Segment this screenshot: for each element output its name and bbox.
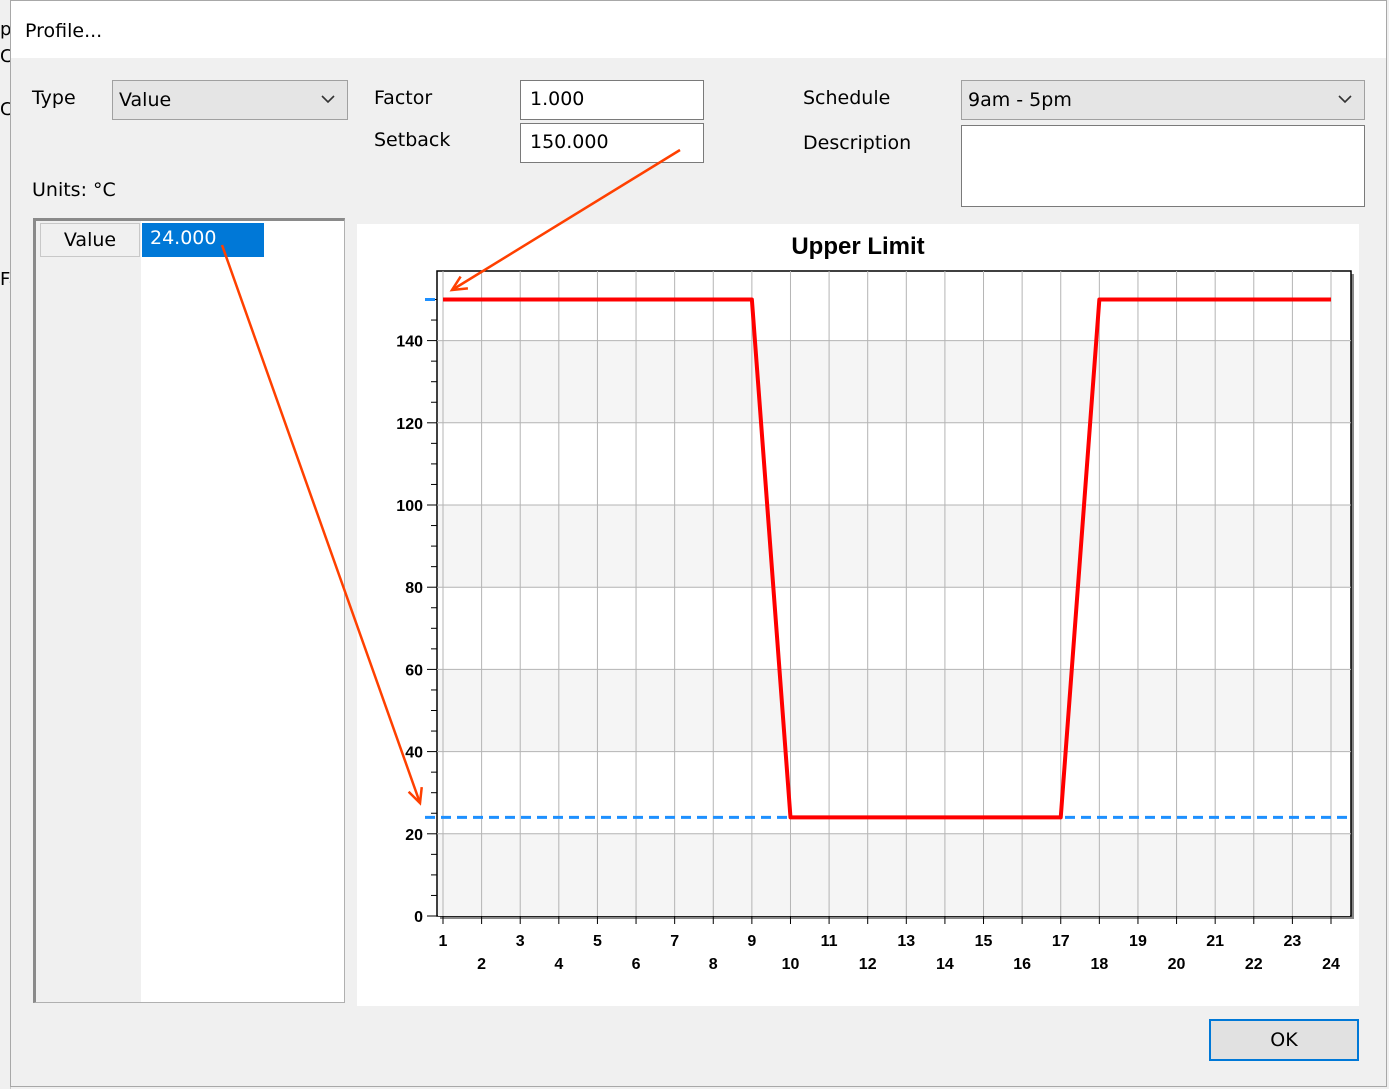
grid-cell-selected[interactable]: 24.000: [142, 223, 264, 257]
plot-band: [438, 669, 1350, 752]
factor-label: Factor: [374, 87, 433, 109]
schedule-select-value: 9am - 5pm: [968, 89, 1072, 111]
x-tick-label: 12: [859, 956, 877, 973]
grid-header-value: Value: [40, 223, 140, 257]
chart-title: Upper Limit: [791, 233, 924, 260]
y-tick-label: 140: [396, 334, 423, 351]
x-tick-label: 21: [1206, 933, 1224, 950]
type-label: Type: [32, 87, 76, 109]
y-tick-label: 40: [405, 745, 423, 762]
x-tick-label: 7: [670, 933, 679, 950]
y-tick-label: 0: [414, 909, 423, 926]
y-tick-label: 80: [405, 580, 423, 597]
description-label: Description: [803, 132, 912, 154]
factor-input[interactable]: 1.000: [520, 80, 704, 120]
y-tick-label: 100: [396, 498, 423, 515]
x-tick-label: 9: [747, 933, 756, 950]
x-tick-label: 4: [554, 956, 563, 973]
x-tick-label: 10: [782, 956, 800, 973]
units-label: Units: °C: [32, 179, 116, 201]
x-tick-label: 8: [709, 956, 718, 973]
x-tick-label: 5: [593, 933, 602, 950]
type-select[interactable]: Value: [112, 80, 348, 120]
x-tick-label: 16: [1013, 956, 1031, 973]
x-tick-label: 24: [1322, 956, 1340, 973]
x-tick-label: 17: [1052, 933, 1070, 950]
x-tick-label: 19: [1129, 933, 1147, 950]
y-tick-label: 60: [405, 662, 423, 679]
value-grid: Value 24.000: [33, 218, 345, 1003]
setback-input[interactable]: 150.000: [520, 123, 704, 163]
chevron-down-icon: [321, 95, 335, 104]
x-tick-label: 1: [439, 933, 448, 950]
type-select-value: Value: [119, 89, 172, 111]
y-tick-label: 120: [396, 416, 423, 433]
x-tick-label: 15: [975, 933, 993, 950]
chevron-down-icon: [1338, 95, 1352, 104]
plot-band: [438, 833, 1350, 916]
dialog-title: Profile...: [25, 20, 103, 42]
x-tick-label: 22: [1245, 956, 1263, 973]
schedule-label: Schedule: [803, 87, 891, 109]
x-tick-label: 2: [477, 956, 486, 973]
upper-limit-chart: Upper Limit 0204060801001201401234567891…: [396, 233, 1354, 973]
schedule-select[interactable]: 9am - 5pm: [961, 80, 1365, 120]
plot-band: [438, 340, 1350, 423]
setback-label: Setback: [374, 129, 451, 151]
ok-button[interactable]: OK: [1209, 1019, 1359, 1061]
x-tick-label: 6: [632, 956, 641, 973]
x-tick-label: 3: [516, 933, 525, 950]
y-tick-label: 20: [405, 827, 423, 844]
x-tick-label: 18: [1090, 956, 1108, 973]
x-tick-label: 23: [1283, 933, 1301, 950]
chart-area: Upper Limit 0 20 40 60 80 100 120 140 1 2 3 4 5 6 7 8 9 1…: [357, 224, 1359, 1006]
description-input[interactable]: [961, 125, 1365, 207]
title-bar[interactable]: Profile...: [11, 1, 1386, 58]
x-tick-label: 20: [1168, 956, 1186, 973]
x-tick-label: 13: [897, 933, 915, 950]
x-tick-label: 11: [821, 933, 838, 950]
grid-row-header-column: [36, 221, 141, 1002]
x-tick-label: 14: [936, 956, 954, 973]
profile-dialog: Profile... Type Value Factor 1.000 Setba…: [10, 0, 1387, 1087]
plot-band: [438, 505, 1350, 588]
